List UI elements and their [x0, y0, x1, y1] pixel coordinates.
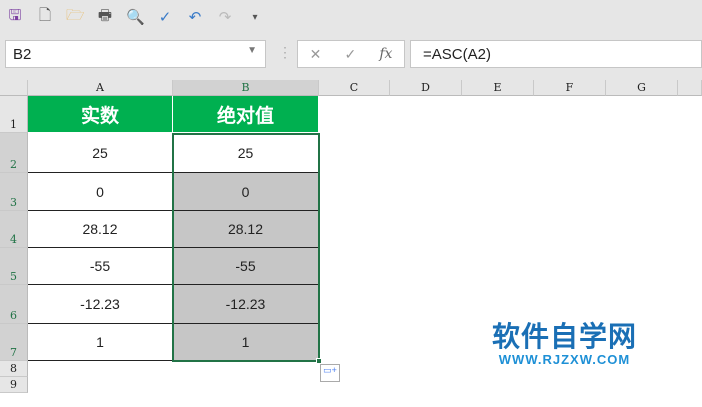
column-header-d[interactable]: D: [390, 80, 462, 96]
row-header-4[interactable]: 4: [0, 211, 28, 248]
row-header-3[interactable]: 3: [0, 173, 28, 211]
name-box[interactable]: B2 ▼: [5, 40, 266, 68]
row-header-7[interactable]: 7: [0, 324, 28, 361]
undo-icon[interactable]: ↶: [186, 8, 204, 26]
cell-b7[interactable]: 1: [173, 324, 319, 361]
new-icon[interactable]: 🗋: [36, 5, 54, 30]
column-header-a[interactable]: A: [28, 80, 173, 96]
redo-icon[interactable]: ↷: [216, 8, 234, 26]
paste-options-icon[interactable]: ▭+: [320, 364, 340, 382]
column-header-g[interactable]: G: [606, 80, 678, 96]
column-header-f[interactable]: F: [534, 80, 606, 96]
cell-b5[interactable]: -55: [173, 248, 319, 285]
row-header-1[interactable]: 1: [0, 96, 28, 133]
cell-b4[interactable]: 28.12: [173, 211, 319, 248]
open-icon[interactable]: 🗁: [66, 5, 85, 30]
select-all-button[interactable]: [0, 80, 28, 96]
save-icon[interactable]: 🖫: [6, 5, 24, 30]
name-box-value: B2: [13, 46, 32, 63]
customize-icon[interactable]: ▾: [246, 12, 264, 23]
formula-input[interactable]: =ASC(A2): [410, 40, 702, 68]
row-header-5[interactable]: 5: [0, 248, 28, 285]
row-header-6[interactable]: 6: [0, 285, 28, 324]
watermark-logo: 软件自学网 WWW.RJZXW.COM: [492, 321, 638, 368]
cancel-icon[interactable]: ✕: [310, 46, 322, 63]
chevron-down-icon[interactable]: ▼: [247, 45, 257, 56]
confirm-icon[interactable]: ✓: [344, 46, 356, 63]
insert-function-icon[interactable]: fx: [379, 46, 392, 62]
cell-b2[interactable]: 25: [173, 133, 319, 173]
drag-handle-icon[interactable]: ⋮: [278, 44, 292, 61]
column-header-c[interactable]: C: [319, 80, 390, 96]
quick-access-toolbar: 🖫 🗋 🗁 🖶 🔍 ✓ ↶ ↷ ▾: [0, 0, 702, 34]
spellcheck-icon[interactable]: ✓: [156, 8, 174, 26]
cell-b6[interactable]: -12.23: [173, 285, 319, 324]
cell-a3[interactable]: 0: [28, 173, 173, 211]
column-header-b[interactable]: B: [173, 80, 319, 96]
formula-buttons: ✕ ✓ fx: [297, 40, 405, 68]
row-header-8[interactable]: 8: [0, 361, 28, 377]
print-icon[interactable]: 🖶: [96, 5, 114, 30]
formula-bar-area: B2 ▼ ⋮ ✕ ✓ fx =ASC(A2): [0, 34, 702, 80]
cell-b3[interactable]: 0: [173, 173, 319, 211]
print-preview-icon[interactable]: 🔍: [126, 8, 145, 26]
column-header-e[interactable]: E: [462, 80, 534, 96]
cell-a2[interactable]: 25: [28, 133, 173, 173]
cell-a6[interactable]: -12.23: [28, 285, 173, 324]
column-header-h[interactable]: [678, 80, 702, 96]
header-cell-a1[interactable]: 实数: [28, 96, 173, 133]
header-cell-b1[interactable]: 绝对值: [173, 96, 319, 133]
watermark-title: 软件自学网: [492, 321, 638, 352]
row-header-9[interactable]: 9: [0, 377, 28, 393]
cell-a7[interactable]: 1: [28, 324, 173, 361]
row-header-2[interactable]: 2: [0, 133, 28, 173]
watermark-url: WWW.RJZXW.COM: [498, 352, 631, 367]
cell-a5[interactable]: -55: [28, 248, 173, 285]
cell-a4[interactable]: 28.12: [28, 211, 173, 248]
